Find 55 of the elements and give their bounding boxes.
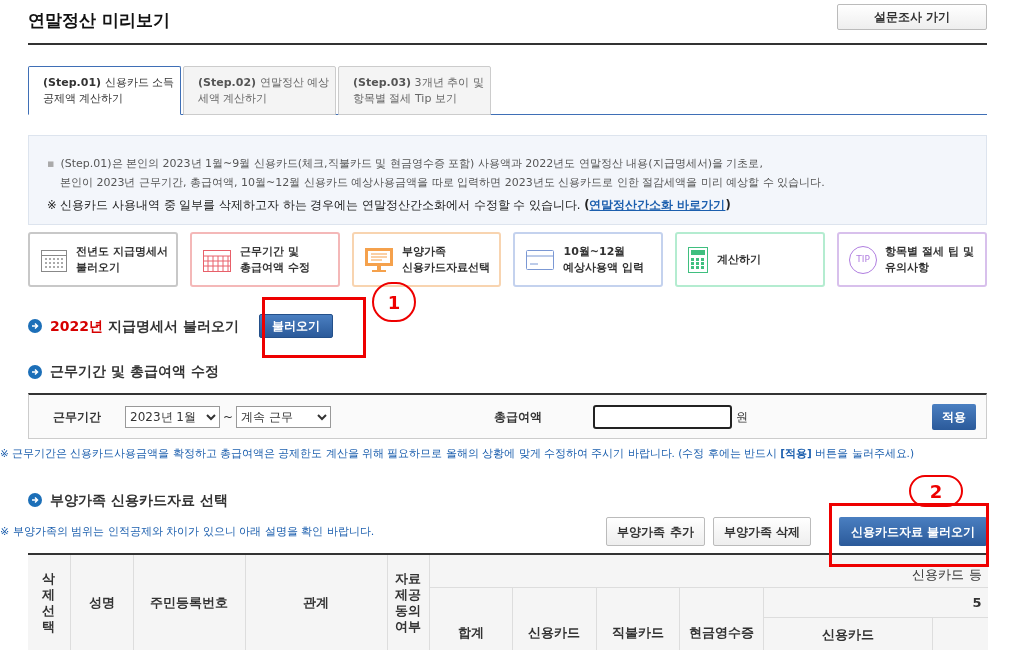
salary-input[interactable]: [593, 404, 733, 429]
dependent-button[interactable]: 부양가족 추가: [606, 517, 705, 547]
end-month-select[interactable]: 계속 근무: [236, 405, 332, 428]
column-header: 신용카드: [512, 587, 596, 650]
column-group-header: 신용카드 등: [429, 554, 988, 588]
column-header: 관계: [245, 554, 387, 650]
load-card-data-button[interactable]: 신용카드자료 불러오기: [838, 517, 987, 547]
monitor-icon: [363, 245, 394, 274]
step-label: 전년도 지급명세서 불러오기: [76, 243, 169, 276]
apply-button[interactable]: 적용: [932, 403, 976, 430]
simplified-service-link[interactable]: 연말정산간소화 바로가기: [589, 198, 726, 212]
step-label: 근무기간 및 총급여액 수정: [239, 243, 311, 276]
section-title: 2022년 지급명세서 불러오기: [50, 316, 239, 336]
info-note: ※ 신용카드 사용내역 중 일부를 삭제하고자 하는 경우에는 연말정산간소화에서 수정할 수 있습니다.: [47, 198, 582, 212]
step-label: 항목별 절세 팁 및 유의사항: [885, 243, 975, 276]
start-month-select[interactable]: 2023년 1월: [125, 405, 220, 428]
step-label: 부양가족 신용카드자료선택: [401, 243, 491, 276]
currency-unit: 원: [736, 408, 749, 426]
info-text: ▪ (Step.01)은 본인의 2023년 1월~9월 신용카드(체크,직불카드 및 현금영수증 포함) 사용액과 2022년도 연말정산 내용(지급명세서)을 기초로,: [47, 156, 764, 172]
page-title: 연말정산 미리보기: [28, 8, 170, 32]
step-number-marker: 2: [909, 475, 963, 507]
card-icon: [525, 248, 556, 271]
step-tab[interactable]: (Step.03) 3개년 추이 및 항목별 절세 Tip 보기: [338, 66, 491, 115]
column-header: 자료제공동의여부: [387, 554, 429, 650]
field-label: 근무기간: [53, 408, 102, 426]
load-button[interactable]: 불러오기: [258, 314, 333, 338]
column-header: 현금영수증: [679, 587, 763, 650]
column-header: 신용카드: [763, 617, 932, 650]
step-tab[interactable]: (Step.01) 신용카드 소득공제액 계산하기: [28, 66, 181, 115]
column-header: 직불카드: [596, 587, 679, 650]
arrow-bullet-icon: [28, 364, 42, 379]
calculator-icon: [687, 245, 710, 274]
column-header: 삭제선택: [28, 554, 70, 650]
section-title: 부양가족 신용카드자료 선택: [50, 490, 228, 510]
bullet-icon: ▪: [47, 157, 55, 170]
column-header: 성명: [70, 554, 133, 650]
dependents-note: ※ 부양가족의 범위는 인적공제와 차이가 있으니 아래 설명을 확인 바랍니다.: [0, 523, 375, 540]
column-header: 주민등록번호: [133, 554, 245, 650]
parenthesis: ): [725, 198, 731, 212]
survey-button[interactable]: 설문조사 가기: [837, 3, 987, 30]
step-label: 10월~12월 예상사용액 입력: [563, 243, 646, 276]
field-label: 총급여액: [494, 408, 544, 426]
range-separator: ~: [223, 408, 234, 426]
parenthesis: (: [584, 198, 590, 212]
arrow-bullet-icon: [28, 319, 42, 333]
step-number-marker: 1: [372, 282, 416, 322]
section-title: 근무기간 및 총급여액 수정: [50, 362, 219, 381]
info-text: 본인이 2023년 근무기간, 총급여액, 10월~12월 신용카드 예상사용금액을 따로 입력하면 2023년도 신용카드로 인한 절감세액을 미리 예상할 수 있습니다.: [59, 175, 826, 191]
period-note: ※ 근무기간은 신용카드사용금액을 확정하고 총급여액은 공제한도 계산을 위해 필요하므로 올해의 상황에 맞게 수정하여 주시기 바랍니다. (수정 후에는 반드시 [적용] 버튼을 눌러주세요.): [0, 446, 916, 461]
column-header: 합계: [429, 587, 512, 650]
step-label: 계산하기: [717, 251, 763, 268]
arrow-bullet-icon: [28, 493, 42, 508]
step-tab[interactable]: (Step.02) 연말정산 예상세액 계산하기: [183, 66, 336, 115]
column-group-header: 5: [763, 587, 988, 618]
dependent-button[interactable]: 부양가족 삭제: [712, 517, 811, 547]
